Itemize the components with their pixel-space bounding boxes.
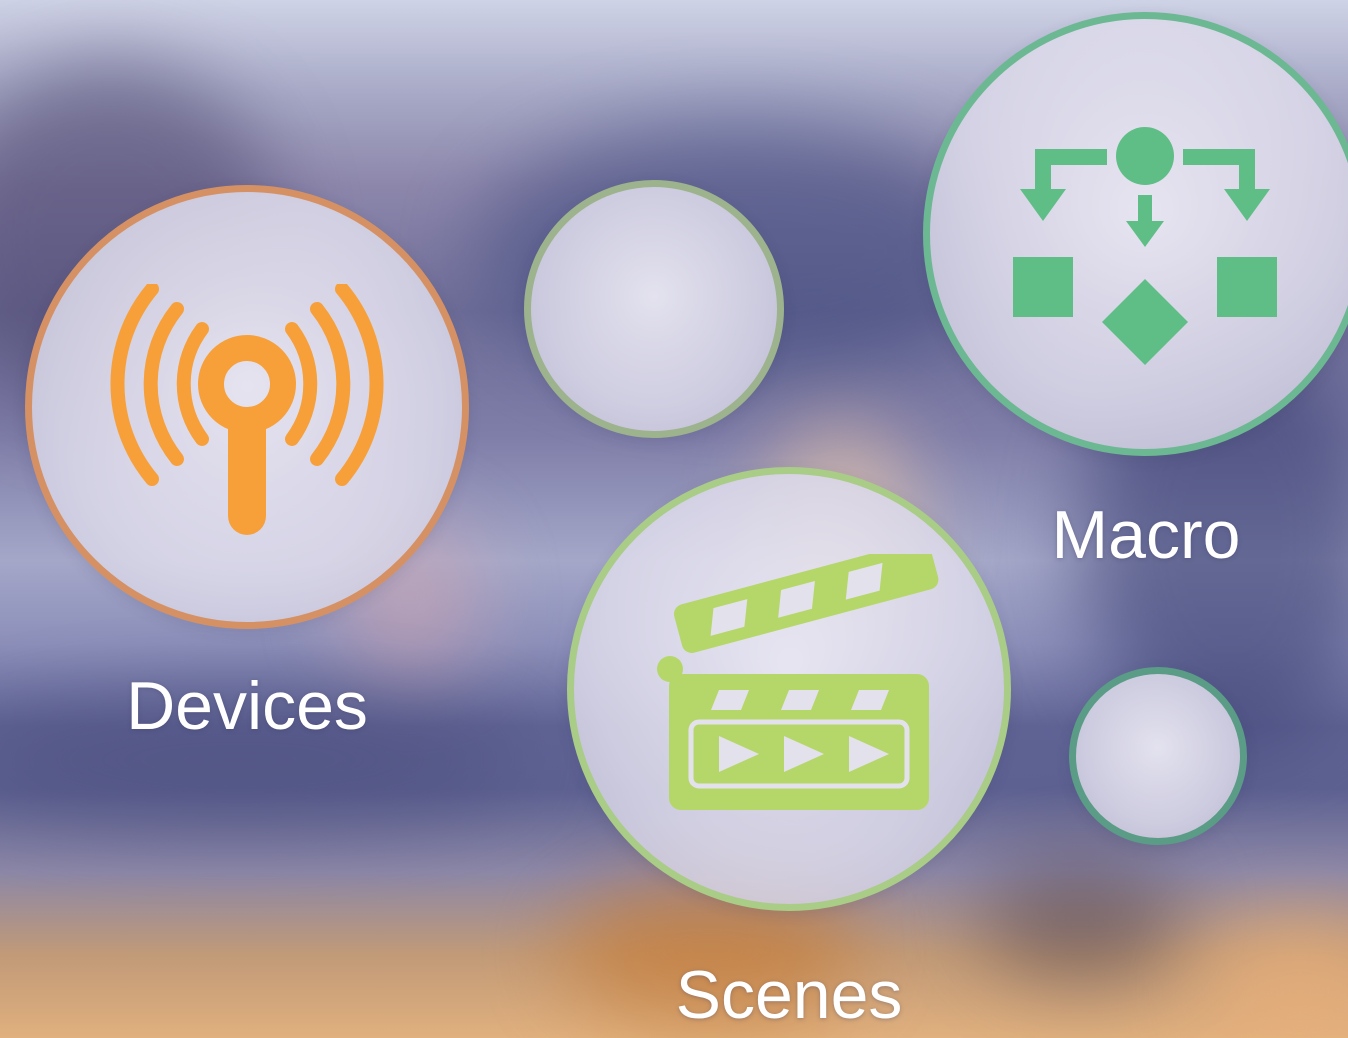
devices-button[interactable] bbox=[25, 185, 469, 629]
devices-label[interactable]: Devices bbox=[47, 672, 447, 740]
bubble-small-teal bbox=[1069, 667, 1247, 845]
bg-blob bbox=[1200, 920, 1348, 1038]
macro-button[interactable] bbox=[923, 12, 1348, 456]
antenna-broadcast-icon bbox=[110, 284, 384, 535]
clapperboard-icon bbox=[657, 554, 939, 810]
flowchart-icon bbox=[1013, 127, 1277, 365]
scenes-button[interactable] bbox=[567, 467, 1011, 911]
bubble-small-green bbox=[524, 180, 784, 438]
macro-label[interactable]: Macro bbox=[946, 501, 1346, 569]
scenes-label[interactable]: Scenes bbox=[589, 961, 989, 1029]
bg-blob bbox=[980, 860, 1180, 980]
